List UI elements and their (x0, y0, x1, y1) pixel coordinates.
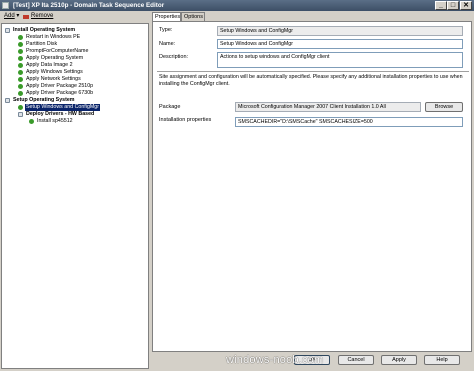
tree-item-label: Apply Network Settings (26, 76, 81, 82)
description-field[interactable]: Actions to setup windows and ConfigMgr c… (217, 52, 463, 68)
close-button[interactable]: ✕ (460, 1, 472, 10)
add-label: Add (4, 13, 15, 19)
maximize-button[interactable]: □ (447, 1, 459, 10)
task-sequence-tree[interactable]: Install Operating System Restart in Wind… (1, 23, 149, 369)
tree-item-label: Apply Windows Settings (26, 69, 83, 75)
check-icon (18, 42, 23, 47)
package-field: Microsoft Configuration Manager 2007 Cli… (235, 102, 421, 112)
tree-item-label: Partition Disk (26, 41, 58, 47)
tree-item-label: Apply Driver Package 6730b (26, 90, 94, 96)
cancel-button[interactable]: Cancel (338, 355, 374, 365)
check-icon (18, 77, 23, 82)
check-icon (18, 70, 23, 75)
tree-item-label: Apply Operating System (26, 55, 84, 61)
help-button[interactable]: Help (424, 355, 460, 365)
check-icon (18, 63, 23, 68)
info-text: Site assignment and configuration will b… (159, 74, 463, 87)
tree-item-label: PromptForComputerName (26, 48, 89, 54)
tree-item-label: Restart in Windows PE (26, 34, 81, 40)
check-icon (18, 49, 23, 54)
chevron-down-icon: ▾ (16, 13, 20, 19)
check-icon (18, 35, 23, 40)
type-field: Setup Windows and ConfigMgr (217, 26, 463, 36)
check-icon (29, 119, 34, 124)
window-title: [Test] XP Ita 2510p - Domain Task Sequen… (13, 2, 165, 9)
add-menu-button[interactable]: Add ▾ (4, 11, 19, 22)
check-icon (18, 105, 23, 110)
apply-button[interactable]: Apply (381, 355, 417, 365)
check-icon (18, 91, 23, 96)
check-icon (18, 84, 23, 89)
folder-icon (5, 98, 10, 103)
tree-toolbar: Add ▾ Remove (0, 11, 150, 22)
folder-icon (18, 112, 23, 117)
title-bar: [Test] XP Ita 2510p - Domain Task Sequen… (0, 0, 474, 11)
app-icon (2, 2, 9, 9)
minimize-button[interactable]: _ (435, 1, 447, 10)
tree-item-label: Deploy Drivers - HW Based (26, 111, 95, 117)
install-properties-field[interactable]: SMSCACHEDIR="D:\SMSCache" SMSCACHESIZE=5… (235, 117, 463, 127)
tree-item-label: Install Operating System (13, 27, 76, 33)
divider (157, 71, 469, 72)
type-label: Type: (159, 27, 173, 33)
tab-options[interactable]: Options (181, 12, 205, 21)
tree-item-label: Apply Driver Package 2510p (26, 83, 94, 89)
name-label: Name: (159, 41, 176, 47)
watermark: windows-noob.com (226, 354, 324, 366)
folder-icon (5, 28, 10, 33)
tree-item-label: Install sp45512 (37, 118, 73, 124)
tree-item-label: Setup Windows and ConfigMgr (25, 104, 101, 111)
tree-item-label: Apply Data Image 2 (26, 62, 73, 68)
browse-button[interactable]: Browse (425, 102, 463, 112)
check-icon (18, 56, 23, 61)
name-field[interactable]: Setup Windows and ConfigMgr (217, 39, 463, 49)
description-label: Description: (159, 54, 189, 60)
tree-item-label: Setup Operating System (13, 97, 75, 103)
remove-button[interactable]: Remove (31, 11, 53, 22)
install-properties-label: Installation properties (159, 117, 212, 123)
properties-panel: Type: Setup Windows and ConfigMgr Name: … (152, 21, 472, 352)
remove-icon (23, 15, 29, 19)
package-label: Package (159, 104, 181, 110)
